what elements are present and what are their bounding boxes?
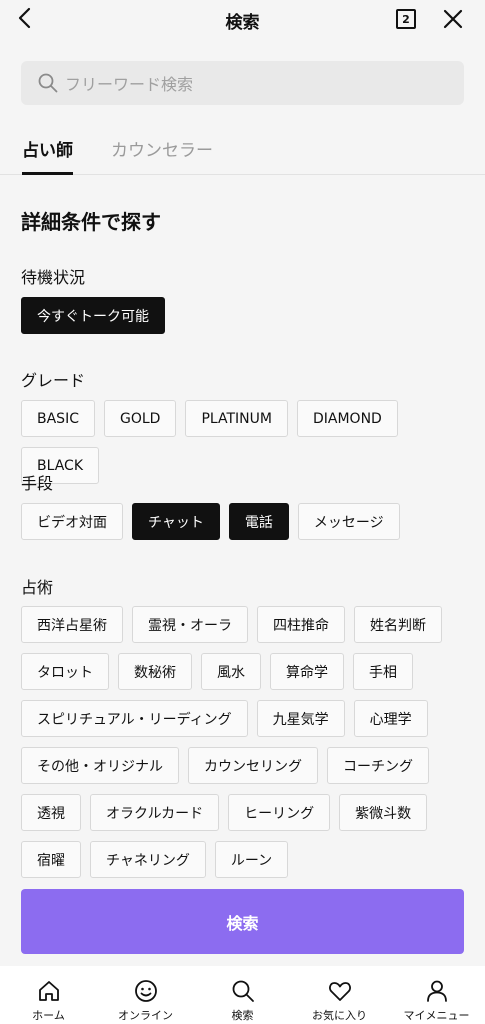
filter-chip-divination[interactable]: 姓名判断 (354, 606, 442, 643)
nav-item-search[interactable]: 検索 (194, 966, 291, 1024)
search-submit-button[interactable]: 検索 (21, 889, 464, 954)
divination-label: 占術 (21, 578, 54, 597)
grade-chips: BASIC GOLD PLATINUM DIAMOND BLACK (21, 400, 471, 484)
filter-chip-grade[interactable]: GOLD (103, 400, 177, 437)
top-bar: 検索 2 (0, 0, 485, 40)
filter-chip-status[interactable]: 今すぐトーク可能 (21, 297, 165, 334)
nav-item-my-menu[interactable]: マイメニュー (388, 966, 485, 1024)
filter-chip-divination[interactable]: 風水 (201, 653, 261, 690)
filter-chip-divination[interactable]: 数秘術 (118, 653, 192, 690)
nav-label-my-menu: マイメニュー (403, 1009, 470, 1022)
search-icon (232, 980, 254, 1002)
filter-chip-divination[interactable]: 宿曜 (21, 841, 81, 878)
filter-chip-divination[interactable]: 九星気学 (256, 700, 345, 737)
close-icon[interactable] (442, 8, 464, 30)
filter-chip-grade[interactable]: BASIC (21, 400, 95, 437)
filter-chip-divination[interactable]: 紫微斗数 (339, 794, 428, 831)
filter-chip-divination[interactable]: チャネリング (90, 841, 206, 878)
tab-count-button[interactable]: 2 (396, 9, 416, 29)
search-input[interactable]: フリーワード検索 (21, 61, 464, 105)
tab-counselor[interactable]: カウンセラー (111, 136, 213, 175)
filter-chip-divination[interactable]: オラクルカード (90, 794, 220, 831)
filter-chip-divination[interactable]: 心理学 (353, 700, 428, 737)
filter-chip-divination[interactable]: ヒーリング (228, 794, 331, 831)
section-title: 詳細条件で探す (21, 210, 161, 234)
filter-chip-divination[interactable]: 四柱推命 (257, 606, 345, 643)
nav-label-search: 検索 (231, 1009, 254, 1022)
status-label: 待機状況 (21, 268, 86, 287)
filter-chip-grade[interactable]: PLATINUM (185, 400, 288, 437)
tab-fortune-teller[interactable]: 占い師 (22, 136, 73, 175)
page-title: 検索 (225, 12, 260, 33)
filter-chip-method[interactable]: ビデオ対面 (21, 503, 123, 540)
filter-chip-divination[interactable]: ルーン (214, 841, 289, 878)
filter-chip-divination[interactable]: タロット (21, 653, 109, 690)
filter-chip-divination[interactable]: 透視 (21, 794, 81, 831)
method-chips: ビデオ対面 チャット 電話 メッセージ (21, 503, 471, 540)
category-tabs: 占い師 カウンセラー (0, 124, 485, 175)
filter-chip-method[interactable]: メッセージ (297, 503, 400, 540)
filter-chip-method[interactable]: チャット (132, 503, 220, 540)
filter-chip-method[interactable]: 電話 (228, 503, 289, 540)
filter-chip-divination[interactable]: 西洋占星術 (21, 606, 123, 643)
filter-chip-divination[interactable]: カウンセリング (188, 747, 318, 784)
home-icon (38, 981, 59, 1001)
nav-item-online[interactable]: オンライン (97, 966, 194, 1024)
smile-icon (134, 980, 157, 1002)
nav-item-home[interactable]: ホーム (0, 966, 97, 1024)
filter-chip-divination[interactable]: 手相 (353, 653, 413, 690)
search-icon (38, 73, 58, 93)
grade-label: グレード (21, 371, 86, 390)
filter-chip-divination[interactable]: スピリチュアル・リーディング (21, 700, 248, 737)
divination-chips: 西洋占星術 霊視・オーラ 四柱推命 姓名判断タロット 数秘術 風水 算命学 手相スピリチュアル… (21, 606, 471, 878)
nav-label-home: ホーム (32, 1009, 65, 1022)
filter-chip-divination[interactable]: 算命学 (270, 653, 344, 690)
status-chips: 今すぐトーク可能 (21, 297, 471, 334)
search-placeholder: フリーワード検索 (65, 75, 194, 94)
user-icon (426, 980, 447, 1002)
filter-chip-divination[interactable]: 霊視・オーラ (132, 606, 248, 643)
filter-chip-divination[interactable]: その他・オリジナル (21, 747, 179, 784)
chevron-left-icon[interactable] (14, 6, 38, 30)
bottom-nav: ホーム オンライン 検索 お気に入り マイメニュー (0, 966, 485, 1024)
method-label: 手段 (21, 474, 54, 493)
nav-item-favorites[interactable]: お気に入り (291, 966, 388, 1024)
filter-chip-grade[interactable]: DIAMOND (296, 400, 398, 437)
filter-chip-divination[interactable]: コーチング (327, 747, 429, 784)
nav-label-favorites: お気に入り (312, 1009, 367, 1022)
heart-icon (328, 982, 351, 1001)
nav-label-online: オンライン (118, 1009, 173, 1022)
